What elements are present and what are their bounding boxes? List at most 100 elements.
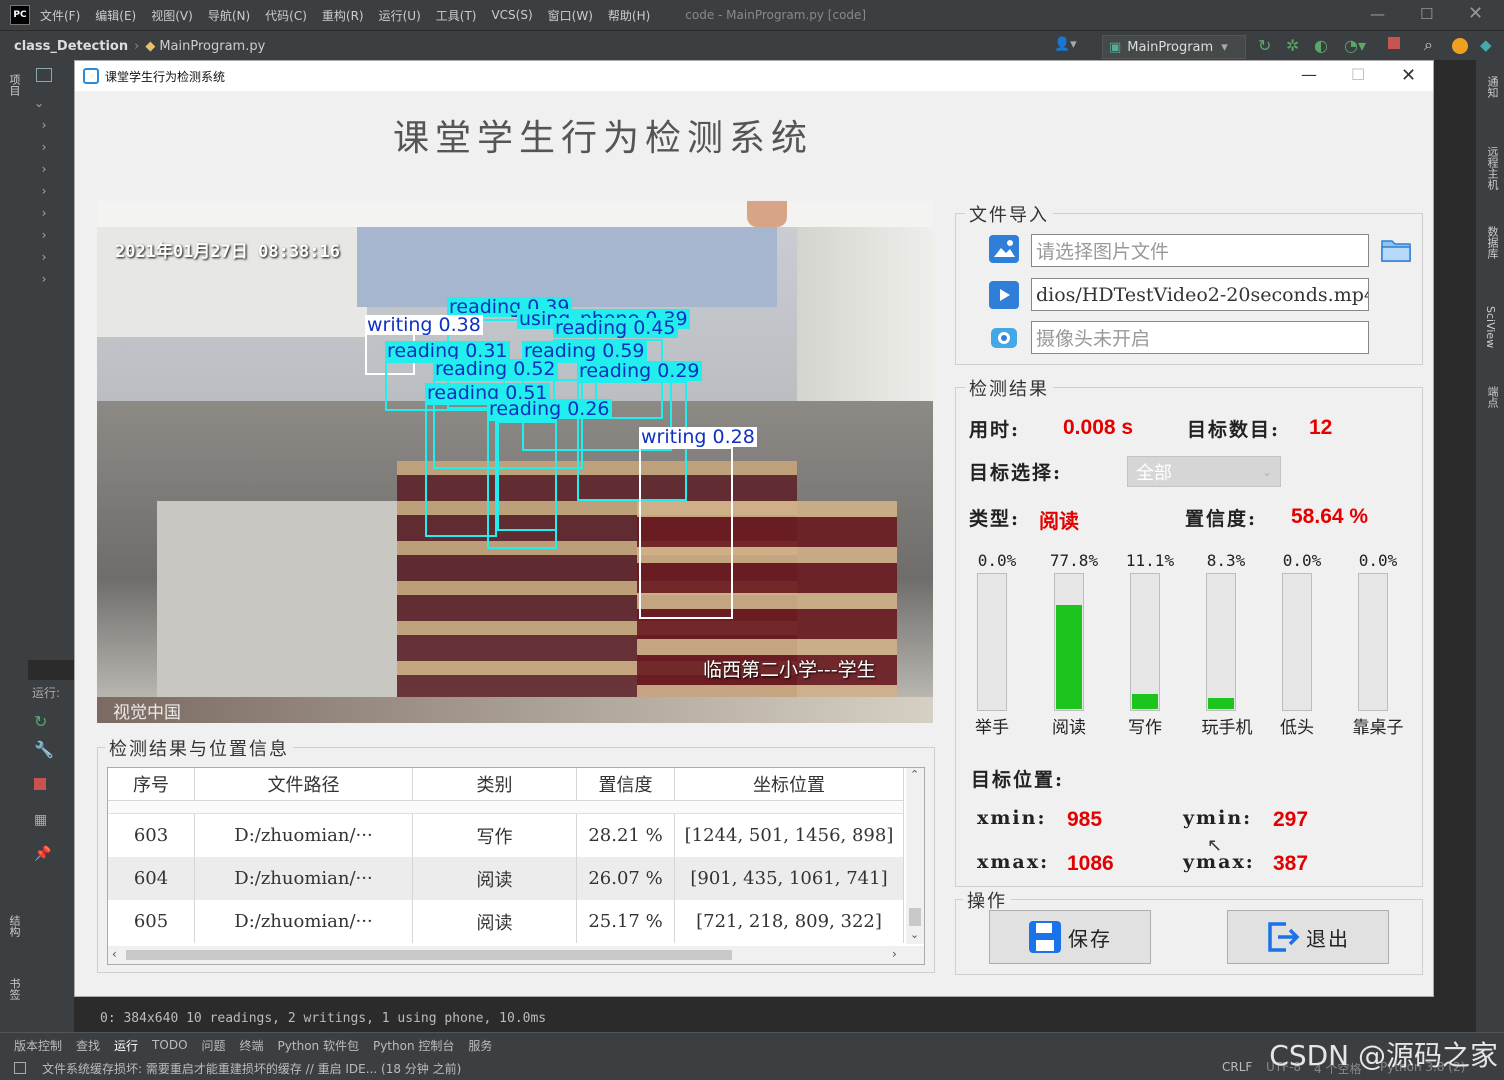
tab-python-console[interactable]: Python 控制台 [373,1037,454,1054]
tab-terminal[interactable]: 终端 [240,1037,264,1054]
table-vertical-scrollbar[interactable]: ⌃ ⌄ [906,768,924,944]
menu-vcs[interactable]: VCS(S) [491,8,532,22]
run-rerun-icon[interactable]: ↻ [34,712,47,731]
vertical-scroll-thumb[interactable] [909,908,921,926]
col-header-position[interactable]: 坐标位置 [674,768,904,801]
target-select-dropdown[interactable]: 全部 ⌄ [1127,456,1281,487]
col-header-confidence[interactable]: 置信度 [576,768,675,801]
tab-find[interactable]: 查找 [76,1037,100,1054]
bar-label: 写作 [1128,718,1162,738]
folder-icon[interactable] [1381,237,1411,263]
scroll-right-icon[interactable]: › [892,947,897,961]
ide-minimize-icon[interactable]: — [1370,5,1385,23]
table-row[interactable]: 605 D:/zhuomian/··· 阅读 25.17 % [721, 218… [108,900,904,943]
ide-navbar: class_Detection › ◆ MainProgram.py 👤▾ ▣ … [0,30,1504,61]
menu-view[interactable]: 视图(V) [151,7,193,24]
webcam-icon[interactable] [989,323,1019,351]
app-window: 课堂学生行为检测系统 — ☐ ✕ 课堂学生行为检测系统 2021年01月27日 … [74,60,1434,997]
col-header-id[interactable]: 序号 [108,768,195,801]
cell-position: [721, 218, 809, 322] [674,900,904,943]
project-view-icon[interactable] [36,68,52,82]
save-icon [1029,921,1061,953]
save-button[interactable]: 保存 [989,910,1151,964]
wrench-icon[interactable]: 🔧 [34,740,54,759]
bar-fill [1056,604,1082,709]
menu-navigate[interactable]: 导航(N) [208,7,250,24]
tool-structure[interactable]: 结构 [6,915,22,937]
plugin-icon[interactable]: ◆ [1480,36,1492,54]
update-icon[interactable] [1452,38,1468,54]
status-square-icon[interactable] [14,1062,26,1074]
scroll-up-icon[interactable]: ⌃ [910,768,919,781]
menu-refactor[interactable]: 重构(R) [322,7,364,24]
tab-python-packages[interactable]: Python 软件包 [278,1037,359,1054]
run-panel-label: 运行: [32,686,61,700]
image-file-input[interactable]: 请选择图片文件 [1031,234,1369,267]
rerun-icon[interactable]: ↻ [1258,36,1271,55]
ide-window-title: code - MainProgram.py [code] [685,8,867,22]
tab-run[interactable]: 运行 [114,1037,138,1054]
breadcrumb-project[interactable]: class_Detection [14,39,128,54]
ide-close-icon[interactable]: ✕ [1468,3,1483,24]
stop-icon[interactable] [1388,37,1400,49]
bar-track [1282,573,1312,711]
coverage-icon[interactable]: ◐ [1314,36,1328,55]
tab-version-control[interactable]: 版本控制 [14,1037,62,1054]
menu-edit[interactable]: 编辑(E) [95,7,136,24]
camera-input[interactable]: 摄像头未开启 [1031,321,1369,354]
ide-maximize-icon[interactable]: ☐ [1420,5,1433,23]
tool-sciview[interactable]: SciView [1484,306,1497,348]
tool-database[interactable]: 数据库 [1484,226,1500,259]
breadcrumb-file[interactable]: MainProgram.py [159,39,265,54]
menu-code[interactable]: 代码(C) [265,7,307,24]
run-stop-icon[interactable] [34,778,46,790]
app-close-icon[interactable]: ✕ [1401,65,1416,86]
tool-project[interactable]: 项目 [6,74,22,96]
table-row[interactable]: 604 D:/zhuomian/··· 阅读 26.07 % [901, 435… [108,857,904,900]
ide-right-tool-strip: 通知 远程主机 数据库 SciView 端点 [1476,60,1504,1032]
cell-position: [1244, 501, 1456, 898] [674,813,904,857]
video-file-icon[interactable] [989,281,1019,309]
pin-icon[interactable]: 📌 [34,846,51,862]
detection-label: writing 0.28 [639,426,757,448]
tool-notifications[interactable]: 通知 [1484,76,1500,98]
col-header-path[interactable]: 文件路径 [194,768,413,801]
run-config-selector[interactable]: ▣ MainProgram ▾ [1102,35,1246,59]
status-message[interactable]: 文件系统缓存损坏: 需要重启才能重建损坏的缓存 // 重启 IDE... (18… [42,1060,461,1077]
tool-remote-host[interactable]: 远程主机 [1484,146,1500,190]
tab-services[interactable]: 服务 [468,1037,492,1054]
cell-class: 写作 [412,813,577,857]
table-row[interactable]: 603 D:/zhuomian/··· 写作 28.21 % [1244, 50… [108,813,904,857]
xmax-value: 1086 [1067,852,1114,875]
debug-icon[interactable]: ✲ [1286,36,1299,55]
scroll-left-icon[interactable]: ‹ [112,947,117,961]
app-minimize-icon[interactable]: — [1301,65,1317,84]
menu-help[interactable]: 帮助(H) [608,7,650,24]
app-maximize-icon[interactable]: ☐ [1351,65,1365,84]
image-icon[interactable] [989,235,1019,263]
table-horizontal-scrollbar[interactable]: ‹ › [108,946,924,964]
exit-button[interactable]: 退出 [1227,910,1389,964]
tool-endpoints[interactable]: 端点 [1484,386,1500,408]
bar-percent: 77.8% [1049,551,1099,570]
layout-icon[interactable]: ▦ [34,812,47,828]
profile-icon[interactable]: ◔▾ [1344,36,1366,55]
status-line-ending[interactable]: CRLF [1222,1060,1252,1074]
col-header-class[interactable]: 类别 [412,768,577,801]
scroll-down-icon[interactable]: ⌄ [910,928,919,941]
tab-problems[interactable]: 问题 [202,1037,226,1054]
menu-file[interactable]: 文件(F) [40,7,80,24]
menu-tools[interactable]: 工具(T) [436,7,477,24]
project-tree-chevrons[interactable]: ⌄ › › › › › › › › [34,92,46,290]
cell-class: 阅读 [412,857,577,900]
bar-label: 低头 [1280,718,1314,738]
tool-bookmarks[interactable]: 书签 [6,978,22,1000]
cell-path: D:/zhuomian/··· [194,900,413,943]
video-file-input[interactable]: dios/HDTestVideo2-20seconds.mp4 [1031,278,1369,311]
menu-window[interactable]: 窗口(W) [548,7,593,24]
user-icon[interactable]: 👤▾ [1054,37,1077,52]
menu-run[interactable]: 运行(U) [379,7,421,24]
tab-todo[interactable]: TODO [152,1038,187,1052]
search-icon[interactable]: ⌕ [1424,35,1433,55]
horizontal-scroll-thumb[interactable] [126,950,732,960]
